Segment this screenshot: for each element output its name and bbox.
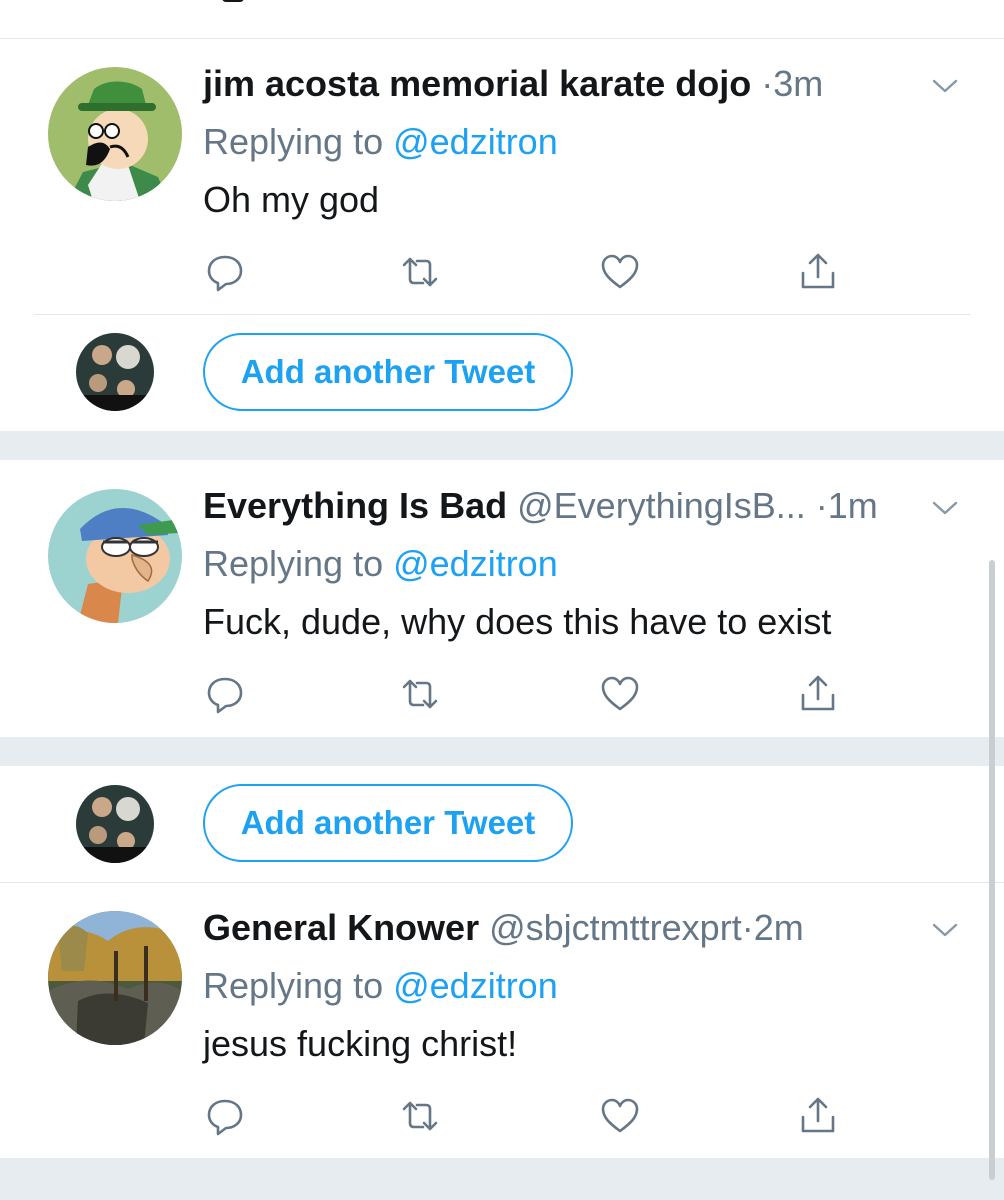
tweet-text: Oh my god [203,179,380,220]
user-photo-collage-avatar-icon [76,333,154,411]
replying-prefix: Replying to [203,543,394,584]
reply-icon[interactable] [204,251,246,293]
scrollbar[interactable] [989,560,995,1180]
retweet-icon[interactable] [399,251,441,293]
divider [34,314,971,315]
author-name[interactable]: General Knower [203,907,479,948]
tweet-header: General Knower @sbjctmttrexprt·2m [203,906,804,950]
section-gap [0,1158,1004,1200]
mention-link[interactable]: @edzitron [393,121,558,162]
timestamp-separator: · [741,907,754,948]
add-another-tweet-button[interactable]: Add another Tweet [203,333,573,411]
mention-link[interactable]: @edzitron [393,543,558,584]
share-icon[interactable] [797,251,839,293]
replying-prefix: Replying to [203,121,394,162]
top-cut-off-text [222,0,244,2]
timestamp[interactable]: 3m [773,63,823,104]
author-name[interactable]: jim acosta memorial karate dojo [203,63,751,104]
avatar-jim-acosta[interactable] [48,67,182,201]
divider [0,882,1004,883]
tweet-text: jesus fucking christ! [203,1023,518,1064]
chevron-down-icon[interactable] [930,498,960,518]
reply-icon[interactable] [204,673,246,715]
user-avatar[interactable] [76,785,154,863]
replying-prefix: Replying to [203,965,394,1006]
avatar-everything-is-bad[interactable] [48,489,182,623]
replying-to: Replying to @edzitron [203,964,558,1008]
retweet-icon[interactable] [399,1095,441,1137]
share-icon[interactable] [797,1095,839,1137]
reply-icon[interactable] [204,1095,246,1137]
user-avatar[interactable] [76,333,154,411]
replying-to: Replying to @edzitron [203,120,558,164]
author-name[interactable]: Everything Is Bad [203,485,507,526]
chevron-down-icon[interactable] [930,76,960,96]
heart-icon[interactable] [599,673,641,715]
timestamp[interactable]: 2m [754,907,804,948]
timestamp[interactable]: 1m [828,485,878,526]
timestamp-separator: · [815,485,828,526]
heart-icon[interactable] [599,1095,641,1137]
add-another-tweet-button[interactable]: Add another Tweet [203,784,573,862]
tweet-header: Everything Is Bad @EverythingIsB... ·1m [203,484,878,528]
timestamp-separator: · [761,63,774,104]
author-handle[interactable]: @sbjctmttrexprt [489,907,742,948]
user-photo-collage-avatar-icon [76,785,154,863]
retweet-icon[interactable] [399,673,441,715]
tweet-header: jim acosta memorial karate dojo ·3m [203,62,823,106]
author-handle[interactable]: @EverythingIsB... [517,485,806,526]
share-icon[interactable] [797,673,839,715]
heart-icon[interactable] [599,251,641,293]
mention-link[interactable]: @edzitron [393,965,558,1006]
forest-rock-photo-avatar-icon [48,911,182,1045]
divider-top [0,38,1004,39]
chevron-down-icon[interactable] [930,920,960,940]
avatar-general-knower[interactable] [48,911,182,1045]
cartoon-man-green-hat-avatar-icon [48,67,182,201]
tweet-text: Fuck, dude, why does this have to exist [203,601,832,642]
section-gap [0,431,1004,460]
cartoon-character-cap-avatar-icon [48,489,182,623]
replying-to: Replying to @edzitron [203,542,558,586]
section-gap [0,737,1004,766]
